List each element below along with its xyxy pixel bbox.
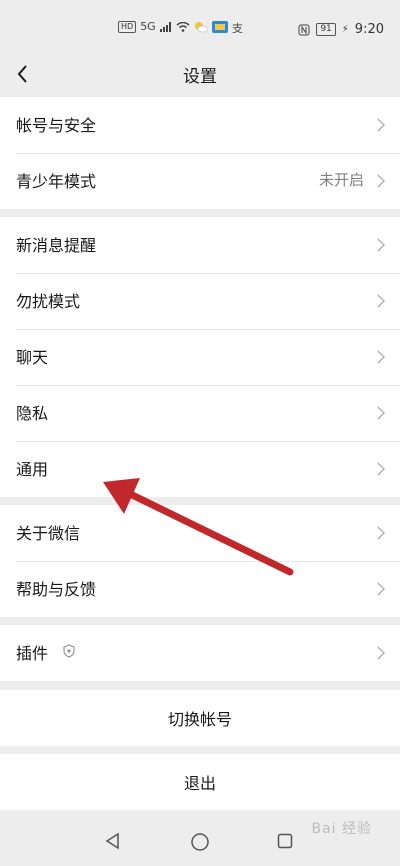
item-label: 通用 (16, 460, 49, 479)
item-label: 隐私 (16, 404, 49, 423)
wifi-icon (176, 21, 190, 32)
app-notification-icon (211, 20, 228, 33)
item-label: 插件 (16, 644, 49, 663)
settings-group-plugins: 插件 (0, 625, 400, 681)
teen-mode-status: 未开启 (318, 171, 364, 189)
item-label: 帮助与反馈 (16, 580, 97, 599)
item-label: 关于微信 (16, 524, 81, 543)
charging-icon: ⚡ (341, 24, 349, 35)
shield-icon (63, 644, 75, 658)
nav-bar: 设置 (0, 52, 400, 96)
chevron-right-icon (377, 406, 386, 420)
weather-icon (194, 21, 208, 32)
settings-group-general: 新消息提醒 勿扰模式 聊天 隐私 通用 (0, 217, 400, 497)
settings-group-account: 帐号与安全 青少年模式 未开启 (0, 97, 400, 209)
item-label: 新消息提醒 (16, 236, 97, 255)
logout-button[interactable]: 退出 (0, 754, 400, 810)
chevron-right-icon (377, 118, 386, 132)
settings-item-do-not-disturb[interactable]: 勿扰模式 (0, 273, 400, 329)
nav-home-icon[interactable] (190, 832, 210, 852)
item-label: 帐号与安全 (16, 116, 97, 135)
battery-level: 91 (316, 23, 336, 36)
chevron-right-icon (377, 174, 386, 188)
settings-item-plugins[interactable]: 插件 (0, 625, 400, 681)
settings-item-account-security[interactable]: 帐号与安全 (0, 97, 400, 153)
item-label: 勿扰模式 (16, 292, 81, 311)
status-icons: HD 5G 支 (118, 20, 244, 33)
item-label: 青少年模式 (16, 172, 97, 191)
settings-item-privacy[interactable]: 隐私 (0, 385, 400, 441)
switch-account-label: 切换帐号 (167, 710, 232, 729)
settings-item-about-wechat[interactable]: 关于微信 (0, 505, 400, 561)
settings-item-chat[interactable]: 聊天 (0, 329, 400, 385)
logout-label: 退出 (183, 774, 216, 793)
switch-account-button[interactable]: 切换帐号 (0, 690, 400, 746)
settings-item-help-feedback[interactable]: 帮助与反馈 (0, 561, 400, 617)
alipay-icon: 支 (232, 22, 243, 33)
signal-icon (159, 21, 171, 32)
clock: 9:20 (354, 22, 384, 37)
watermark-text: Bai 经验 (311, 821, 372, 837)
nav-recents-icon[interactable] (277, 833, 293, 849)
svg-text:支: 支 (232, 22, 243, 33)
item-label: 聊天 (16, 348, 49, 367)
page-title: 设置 (183, 67, 217, 87)
chevron-right-icon (377, 462, 386, 476)
chevron-right-icon (377, 646, 386, 660)
watermark: Bai 经验 (311, 818, 372, 838)
nfc-icon (298, 24, 310, 35)
hd-badge: HD (118, 20, 137, 33)
chevron-right-icon (377, 294, 386, 308)
settings-item-teen-mode[interactable]: 青少年模式 未开启 (0, 153, 400, 209)
nav-back-icon[interactable] (104, 832, 122, 850)
chevron-right-icon (377, 582, 386, 596)
status-bar: HD 5G 支 91 ⚡ 9:20 (0, 0, 400, 52)
settings-item-new-message-alert[interactable]: 新消息提醒 (0, 217, 400, 273)
chevron-right-icon (377, 526, 386, 540)
settings-group-about: 关于微信 帮助与反馈 (0, 505, 400, 617)
chevron-right-icon (377, 350, 386, 364)
signal-5g-label: 5G (140, 20, 156, 33)
chevron-right-icon (377, 238, 386, 252)
status-right: 91 ⚡ 9:20 (298, 22, 384, 37)
settings-item-general[interactable]: 通用 (0, 441, 400, 497)
